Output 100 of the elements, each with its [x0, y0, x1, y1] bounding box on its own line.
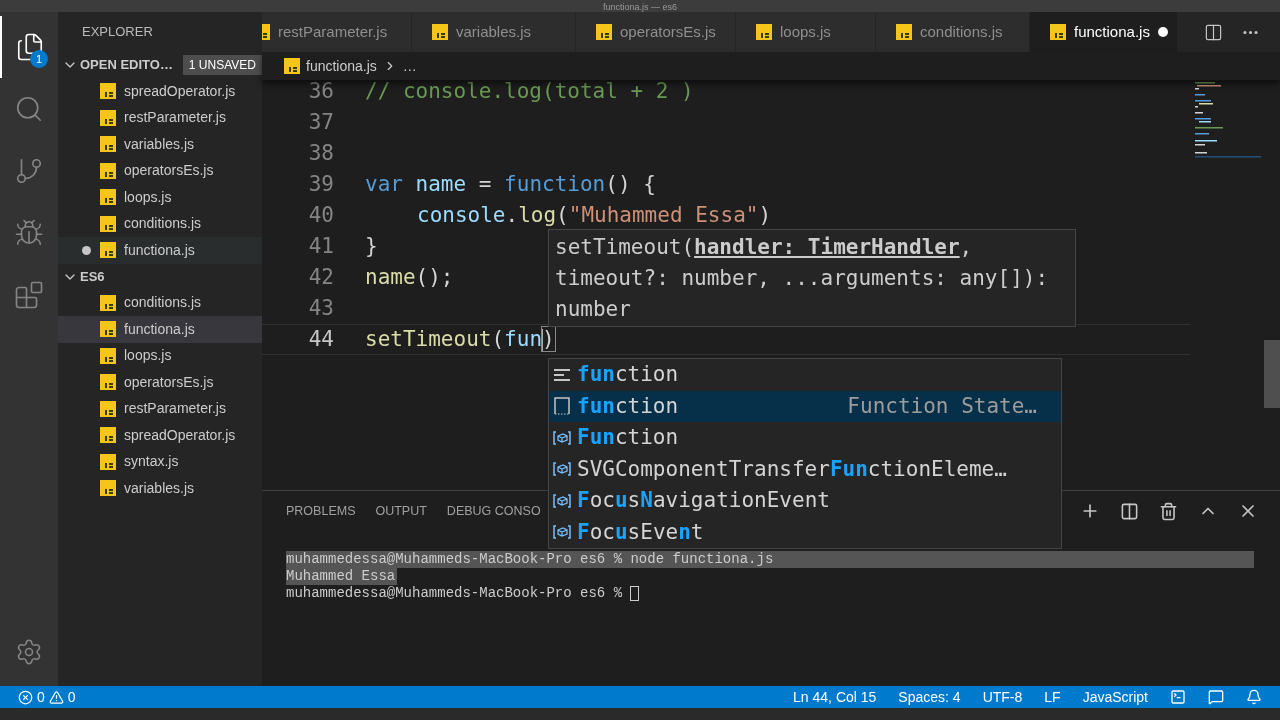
square-icon [553, 397, 571, 416]
suggestion-label: FocusEvent [577, 518, 704, 546]
error-icon[interactable] [18, 689, 33, 705]
section-header[interactable]: OPEN EDITO… 1 UNSAVED [58, 52, 262, 78]
js-file-icon [756, 24, 772, 40]
file-item[interactable]: functiona.js [58, 237, 262, 264]
js-file-icon [596, 24, 612, 40]
editor-tab[interactable]: restParameter.js [262, 12, 412, 52]
suggestion-item[interactable]: FocusNavigationEvent [549, 485, 1061, 517]
line-number: 43 [307, 294, 334, 322]
suggestion-item[interactable]: SVGComponentTransferFunctionEleme… [549, 453, 1061, 485]
file-name: spreadOperator.js [124, 81, 236, 101]
terminal-icon[interactable] [1170, 689, 1186, 705]
js-file-icon [100, 189, 116, 206]
breadcrumb-item[interactable]: functiona.js [306, 55, 377, 77]
bell-icon[interactable] [1246, 689, 1262, 705]
panel-tab[interactable]: PROBLEMS [286, 501, 356, 521]
suggestion-item[interactable]: FocusEvent [549, 516, 1061, 548]
file-item[interactable]: restParameter.js [58, 395, 262, 422]
file-item[interactable]: operatorsEs.js [58, 157, 262, 184]
scrollbar-thumb [1264, 340, 1280, 408]
file-item[interactable]: operatorsEs.js [58, 369, 262, 396]
file-name: conditions.js [124, 214, 202, 234]
js-file-icon [100, 136, 116, 153]
js-file-icon [100, 347, 116, 364]
file-item[interactable]: syntax.js [58, 448, 262, 475]
feedback-icon[interactable] [1208, 689, 1224, 705]
js-file-icon [284, 58, 300, 74]
line-number: 39 [307, 170, 334, 198]
suggestion-detail: Function State… [847, 392, 1037, 420]
tab-label: loops.js [780, 21, 831, 42]
search-icon [14, 94, 44, 124]
js-file-icon [100, 453, 116, 470]
file-item[interactable]: loops.js [58, 342, 262, 369]
status-item[interactable]: LF [1044, 686, 1061, 708]
editor-tab[interactable]: variables.js [412, 12, 576, 52]
variable-icon [553, 525, 571, 540]
js-file-icon [100, 162, 116, 179]
settings-icon[interactable] [15, 638, 43, 666]
file-item[interactable]: conditions.js [58, 289, 262, 316]
text-lines-icon [553, 366, 571, 383]
file-item[interactable]: spreadOperator.js [58, 422, 262, 449]
error-count[interactable]: 0 [37, 686, 45, 708]
warning-icon[interactable] [48, 689, 64, 705]
split-terminal-icon[interactable] [1120, 501, 1139, 521]
section-header[interactable]: ES6 [58, 263, 262, 290]
terminal-line: muhammedessa@Muhammeds-MacBook-Pro es6 % [286, 585, 1254, 602]
file-item[interactable]: functiona.js [58, 316, 262, 343]
suggestion-item[interactable]: function [549, 359, 1061, 391]
code-line: } [365, 232, 378, 260]
tab-label: conditions.js [920, 21, 1003, 42]
file-item[interactable]: conditions.js [58, 210, 262, 237]
line-number: 42 [307, 263, 334, 291]
js-file-icon [1050, 24, 1066, 40]
status-item[interactable]: JavaScript [1082, 686, 1148, 708]
files-icon [15, 32, 45, 62]
status-item[interactable]: Ln 44, Col 15 [793, 686, 877, 708]
suggestion-label: function [577, 361, 679, 388]
terminal-cursor [630, 585, 640, 601]
editor-tab[interactable]: operatorsEs.js [576, 12, 736, 52]
warning-count[interactable]: 0 [67, 686, 76, 708]
suggestion-label: SVGComponentTransferFunctionEleme… [577, 455, 1007, 483]
tab-label: operatorsEs.js [620, 21, 716, 42]
signature-text: setTimeout(handler: TimerHandler, timeout?: number, ...arguments: any[]): number [555, 235, 1049, 321]
file-item[interactable]: variables.js [58, 131, 262, 158]
status-item[interactable]: UTF-8 [982, 686, 1023, 708]
badge: 1 UNSAVED [182, 55, 262, 75]
editor-tab[interactable]: loops.js [736, 12, 876, 52]
badge: 1 [30, 50, 48, 68]
text-cursor [540, 328, 543, 351]
panel-tab[interactable]: DEBUG CONSO [446, 501, 541, 521]
code-line: // console.log(total + 2 ) [365, 80, 694, 105]
suggestion-item[interactable]: Function [549, 422, 1061, 454]
editor-tab[interactable]: conditions.js [876, 12, 1030, 52]
file-name: spreadOperator.js [124, 425, 236, 445]
variable-icon [553, 462, 571, 477]
js-file-icon [100, 83, 116, 100]
file-item[interactable]: loops.js [58, 184, 262, 211]
js-file-icon [432, 24, 448, 40]
breadcrumb-item[interactable]: … [402, 55, 417, 77]
file-item[interactable]: spreadOperator.js [58, 78, 262, 105]
file-name: loops.js [124, 187, 172, 207]
js-file-icon [100, 427, 116, 444]
js-file-icon [896, 24, 912, 40]
panel-tab[interactable]: OUTPUT [375, 501, 427, 521]
file-item[interactable]: restParameter.js [58, 104, 262, 131]
code-line: var name = function() { [365, 170, 656, 198]
split-editor-icon[interactable] [1204, 22, 1223, 42]
file-name: operatorsEs.js [124, 372, 214, 392]
suggestion-item[interactable]: function Function State… [549, 390, 1061, 422]
editor-tab[interactable]: functiona.js [1030, 12, 1178, 52]
file-name: functiona.js [124, 319, 195, 339]
status-item[interactable]: Spaces: 4 [898, 686, 961, 708]
js-file-icon [100, 321, 116, 338]
tab-label: functiona.js [1074, 21, 1150, 42]
section-title: ES6 [80, 267, 105, 286]
js-file-icon [100, 480, 116, 497]
trash-icon[interactable] [1159, 501, 1178, 521]
file-item[interactable]: variables.js [58, 475, 262, 502]
suggestion-label: FocusNavigationEvent [577, 487, 830, 514]
